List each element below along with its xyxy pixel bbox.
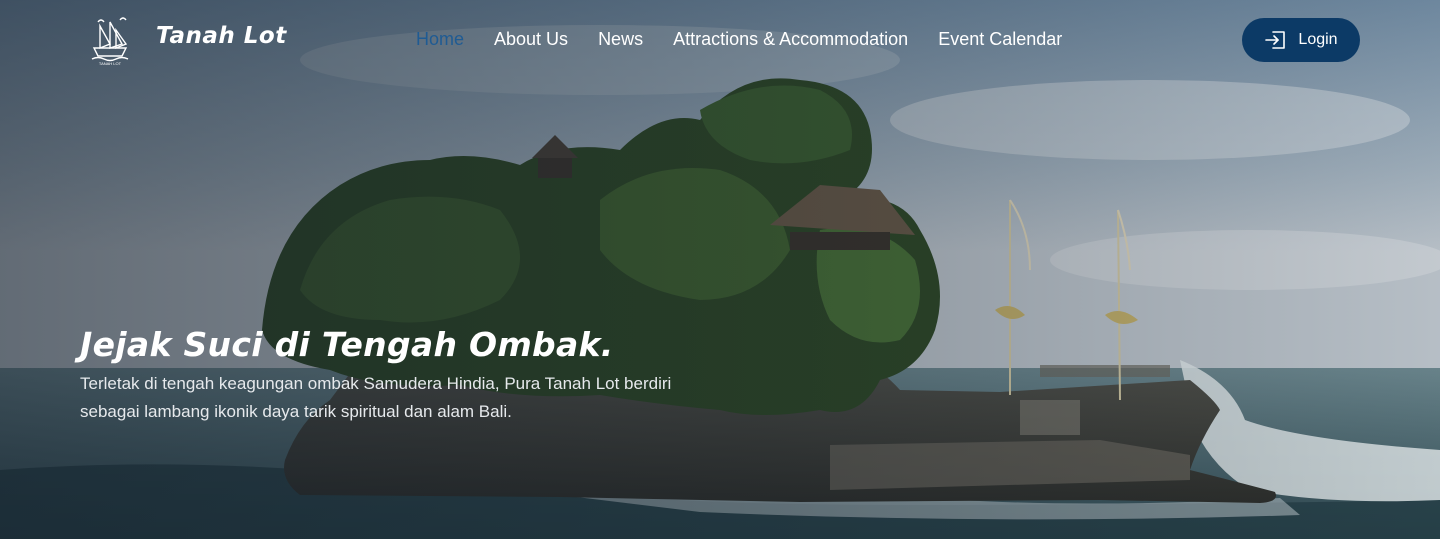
navbar: TANAH LOT Tanah Lot Home About Us News A… xyxy=(0,0,1440,82)
login-button-label: Login xyxy=(1298,31,1338,48)
nav-item-home[interactable]: Home xyxy=(416,29,464,50)
nav-item-news[interactable]: News xyxy=(598,29,643,50)
nav-item-about-us[interactable]: About Us xyxy=(494,29,568,50)
nav-item-attractions-accommodation[interactable]: Attractions & Accommodation xyxy=(673,29,908,50)
hero-title: Jejak Suci di Tengah Ombak. xyxy=(80,325,614,364)
brand-logo-caption: TANAH LOT xyxy=(99,61,122,66)
login-button[interactable]: Login xyxy=(1242,18,1360,62)
brand-name: Tanah Lot xyxy=(156,23,287,49)
login-arrow-icon xyxy=(1265,31,1286,49)
main-nav: Home About Us News Attractions & Accommo… xyxy=(416,29,1092,50)
sailing-ship-icon: TANAH LOT xyxy=(91,17,129,66)
brand[interactable]: TANAH LOT Tanah Lot xyxy=(86,14,287,66)
hero-content: Jejak Suci di Tengah Ombak. Terletak di … xyxy=(80,322,740,426)
nav-item-event-calendar[interactable]: Event Calendar xyxy=(938,29,1062,50)
hero-section: TANAH LOT Tanah Lot Home About Us News A… xyxy=(0,0,1440,539)
hero-description: Terletak di tengah keagungan ombak Samud… xyxy=(80,374,672,421)
